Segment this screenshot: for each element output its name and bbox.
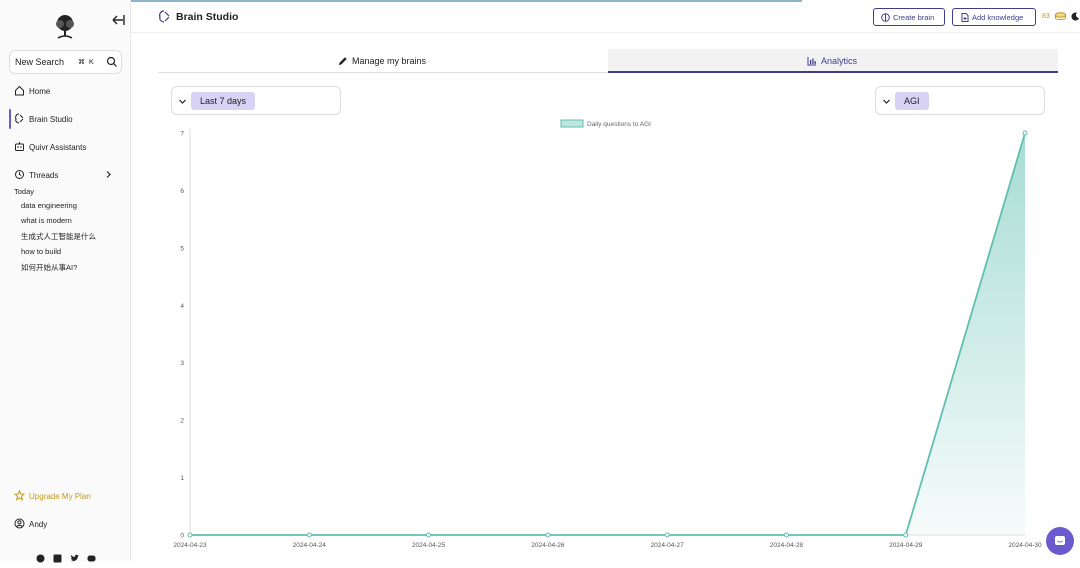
discord-icon[interactable] bbox=[87, 550, 96, 562]
x-tick-label: 2024-04-28 bbox=[770, 542, 804, 549]
y-tick-label: 0 bbox=[180, 533, 184, 540]
history-icon bbox=[15, 170, 24, 179]
shortcut-hint: ⌘ K bbox=[78, 59, 95, 66]
sidebar-item-label: Brain Studio bbox=[29, 115, 73, 124]
github-icon[interactable] bbox=[36, 550, 45, 563]
sidebar-item-brain-studio[interactable]: Brain Studio bbox=[9, 109, 125, 129]
thread-item[interactable]: 生成式人工智能是什么 bbox=[21, 231, 96, 242]
sidebar-item-label: Threads bbox=[29, 171, 59, 180]
data-point bbox=[783, 532, 789, 538]
y-tick-label: 2 bbox=[180, 418, 184, 425]
legend-label: Daily questions to AGI bbox=[587, 121, 651, 128]
chart-icon bbox=[807, 57, 816, 66]
chat-support-button[interactable] bbox=[1046, 527, 1074, 555]
search-icon bbox=[106, 56, 117, 67]
tab-manage-my-brains[interactable]: Manage my brains bbox=[158, 49, 608, 73]
thread-item[interactable]: 如何开始从事AI? bbox=[21, 262, 77, 273]
x-tick-label: 2024-04-25 bbox=[412, 542, 446, 549]
y-axis: 0 1 2 3 4 5 6 7 bbox=[180, 129, 191, 540]
tab-label: Analytics bbox=[821, 56, 858, 66]
chat-icon bbox=[1055, 536, 1065, 545]
coin-icon bbox=[1055, 12, 1066, 20]
y-tick-label: 6 bbox=[180, 188, 184, 195]
x-axis: 2024-04-23 2024-04-24 2024-04-25 2024-04-26… bbox=[173, 534, 1042, 549]
y-tick-label: 1 bbox=[180, 475, 184, 482]
sidebar-item-label: Quivr Assistants bbox=[29, 143, 87, 152]
create-brain-label: Create brain bbox=[893, 13, 935, 22]
x-tick-label: 2024-04-29 bbox=[889, 542, 923, 549]
tab-analytics[interactable]: Analytics bbox=[608, 49, 1058, 73]
file-add-icon bbox=[961, 13, 969, 22]
data-point bbox=[1022, 130, 1028, 136]
robot-icon bbox=[15, 142, 24, 151]
brain-icon bbox=[15, 113, 24, 124]
brain-outline-icon bbox=[881, 13, 890, 22]
linkedin-icon[interactable] bbox=[53, 550, 62, 563]
pencil-icon bbox=[339, 57, 347, 65]
add-knowledge-button[interactable]: Add knowledge bbox=[952, 8, 1036, 26]
star-icon bbox=[14, 490, 25, 501]
y-tick-label: 5 bbox=[180, 245, 184, 252]
user-avatar-icon bbox=[14, 518, 25, 529]
sidebar-item-threads[interactable]: Threads bbox=[9, 165, 125, 185]
credits-count: 83 bbox=[1042, 13, 1050, 20]
series-line bbox=[190, 132, 1026, 536]
x-tick-label: 2024-04-27 bbox=[651, 542, 685, 549]
data-point bbox=[545, 532, 551, 538]
x-tick-label: 2024-04-30 bbox=[1008, 542, 1042, 549]
brain-icon bbox=[159, 10, 170, 23]
y-tick-label: 3 bbox=[180, 360, 184, 367]
sidebar-item-label: Home bbox=[29, 87, 51, 96]
new-search-button[interactable]: New Search ⌘ K bbox=[9, 50, 122, 74]
thread-item[interactable]: data engineering bbox=[21, 201, 77, 210]
create-brain-button[interactable]: Create brain bbox=[873, 8, 945, 26]
top-header: Brain Studio Create brain Add knowledge … bbox=[131, 0, 1080, 33]
chart-legend: Daily questions to AGI bbox=[560, 119, 651, 128]
new-search-label: New Search bbox=[15, 57, 65, 67]
tab-label: Manage my brains bbox=[352, 56, 427, 66]
brain-select[interactable]: AGI bbox=[875, 86, 1045, 115]
chevron-right-icon[interactable] bbox=[104, 170, 113, 179]
data-point bbox=[903, 532, 909, 538]
twitter-icon[interactable] bbox=[70, 550, 79, 562]
chevron-down-icon bbox=[883, 99, 890, 104]
tree-logo-icon bbox=[56, 15, 74, 39]
series-area bbox=[190, 133, 1025, 535]
upgrade-label: Upgrade My Plan bbox=[29, 492, 91, 501]
add-knowledge-label: Add knowledge bbox=[972, 13, 1024, 22]
daily-questions-chart: Daily questions to AGI 0 1 2 3 4 5 6 7 2024-04-… bbox=[173, 119, 1042, 549]
plot-area bbox=[187, 130, 1028, 538]
legend-swatch bbox=[560, 119, 584, 128]
thread-item[interactable]: what is modern bbox=[21, 216, 72, 225]
dark-mode-toggle-icon[interactable] bbox=[1071, 12, 1080, 21]
y-tick-label: 7 bbox=[180, 131, 184, 138]
home-icon bbox=[15, 85, 24, 96]
user-name: Andy bbox=[29, 520, 48, 529]
social-links bbox=[36, 550, 96, 563]
page-title: Brain Studio bbox=[176, 11, 239, 23]
sidebar-item-home[interactable]: Home bbox=[9, 81, 125, 101]
collapse-sidebar-icon[interactable] bbox=[110, 12, 126, 28]
data-point bbox=[187, 532, 193, 538]
x-tick-label: 2024-04-26 bbox=[531, 542, 565, 549]
x-tick-label: 2024-04-23 bbox=[173, 542, 207, 549]
y-tick-label: 4 bbox=[180, 303, 184, 310]
sidebar-item-quivr-assistants[interactable]: Quivr Assistants bbox=[9, 137, 125, 157]
sidebar: New Search ⌘ K Home Brain Studio Quivr A… bbox=[0, 0, 131, 563]
date-range-select[interactable]: Last 7 days bbox=[171, 86, 341, 115]
data-point bbox=[426, 532, 432, 538]
threads-group-label: Today bbox=[14, 187, 35, 196]
date-range-value: Last 7 days bbox=[191, 92, 256, 110]
data-point bbox=[664, 532, 670, 538]
data-point bbox=[306, 532, 312, 538]
thread-item[interactable]: how to build bbox=[21, 247, 61, 256]
x-tick-label: 2024-04-24 bbox=[293, 542, 327, 549]
chevron-down-icon bbox=[179, 99, 186, 104]
brain-value: AGI bbox=[895, 92, 929, 110]
